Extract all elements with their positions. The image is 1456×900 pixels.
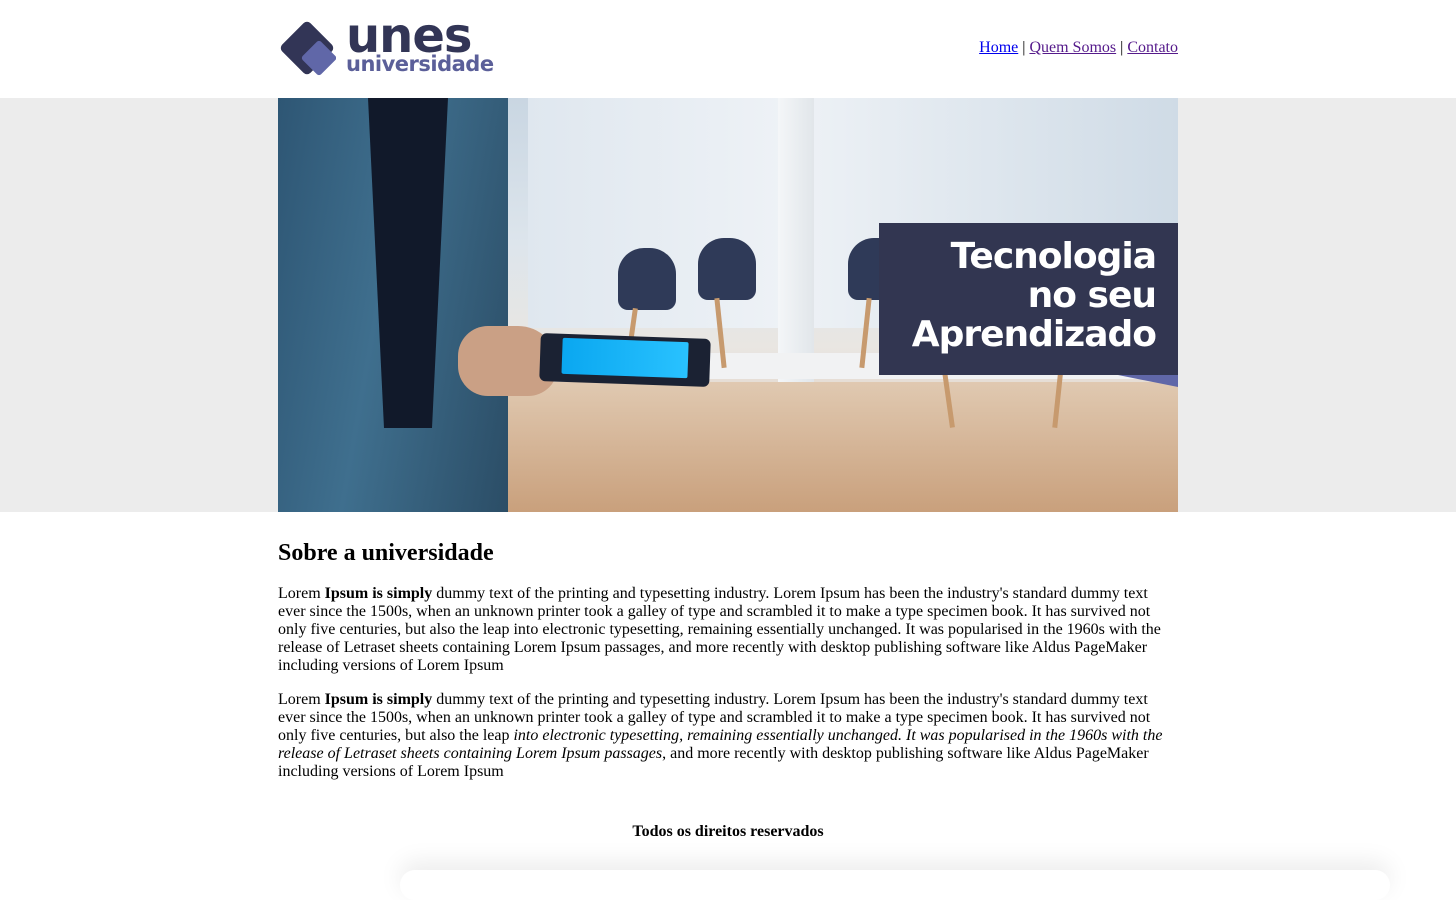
header: unes universidade Home | Quem Somos | Co… [278, 0, 1178, 98]
logo-subtitle: universidade [346, 52, 494, 76]
person-shirt-shape [368, 98, 448, 428]
hero-promo-box: Tecnologia no seu Aprendizado [879, 223, 1178, 375]
nav-link-contato[interactable]: Contato [1127, 39, 1178, 56]
logo-diamond-icon [280, 21, 336, 76]
about-paragraph-1: Lorem Ipsum is simply dummy text of the … [278, 585, 1178, 675]
paragraph-text: Lorem [278, 691, 325, 708]
main-nav: Home | Quem Somos | Contato [979, 39, 1178, 57]
nav-link-quem-somos[interactable]: Quem Somos [1029, 39, 1116, 56]
nav-separator: | [1120, 39, 1124, 56]
footer-copyright: Todos os direitos reservados [632, 823, 824, 840]
paragraph-text: Lorem [278, 585, 325, 602]
paragraph-bold-text: Ipsum is simply [324, 585, 433, 602]
section-heading: Sobre a universidade [278, 540, 494, 566]
about-paragraph-2: Lorem Ipsum is simply dummy text of the … [278, 691, 1178, 781]
promo-line: no seu [1027, 275, 1157, 316]
tablet-screen-shape [561, 337, 689, 379]
chair-shape [618, 248, 676, 310]
paragraph-bold-text: Ipsum is simply [324, 691, 433, 708]
footer-shadow [400, 870, 1390, 900]
hero-banner: Tecnologia no seu Aprendizado [278, 98, 1178, 512]
chair-shape [698, 238, 756, 300]
hero-person-illustration [278, 98, 508, 512]
hero-band: Tecnologia no seu Aprendizado [0, 98, 1456, 512]
promo-line: Aprendizado [911, 314, 1157, 355]
logo[interactable]: unes universidade [278, 12, 508, 78]
tablet-icon [539, 333, 711, 387]
main-content: Sobre a universidade Lorem Ipsum is simp… [278, 540, 1178, 841]
nav-link-home[interactable]: Home [979, 39, 1018, 56]
nav-separator: | [1022, 39, 1026, 56]
promo-line: Tecnologia [950, 236, 1157, 277]
